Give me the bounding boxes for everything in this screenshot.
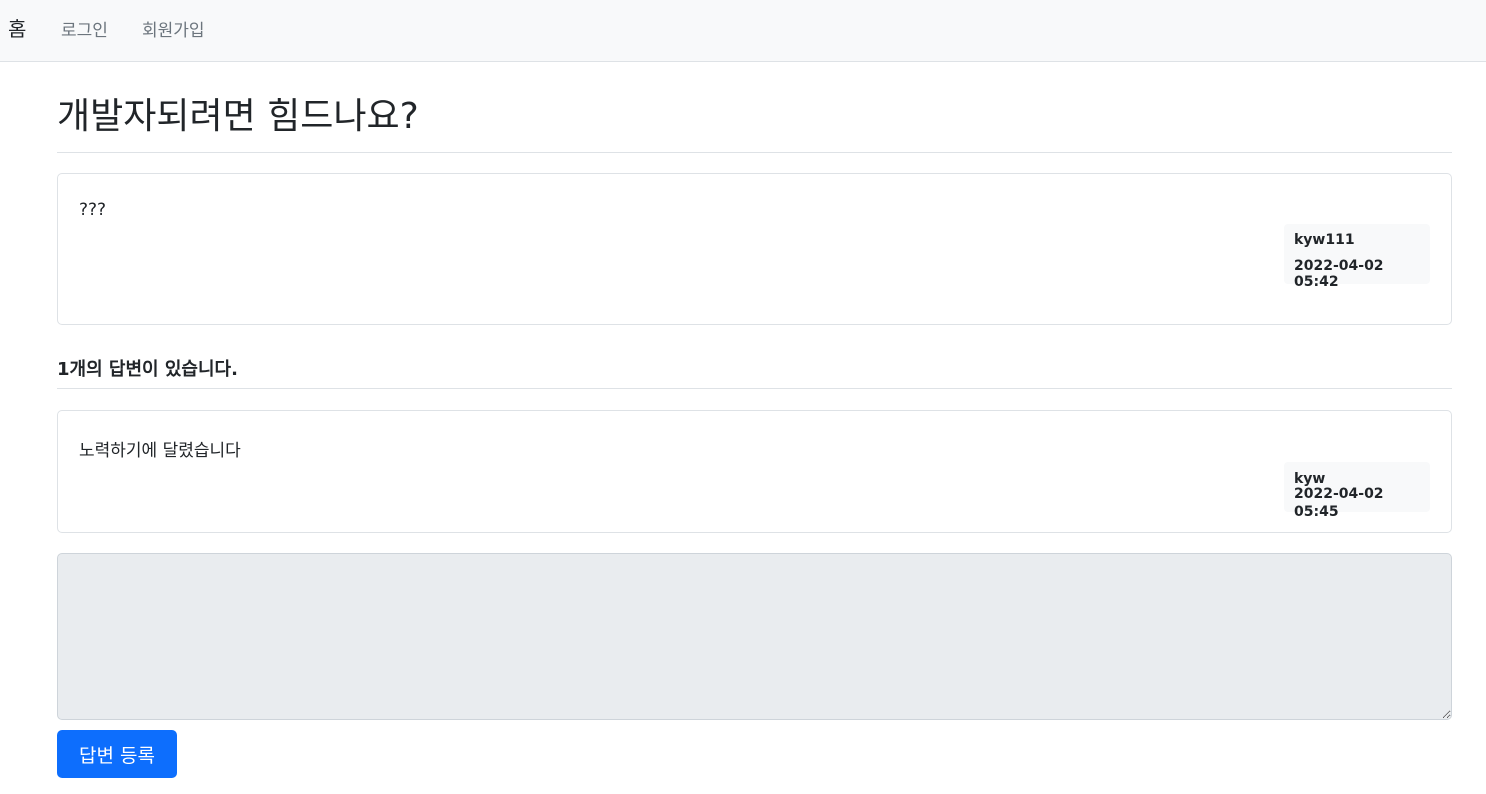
answer-card: 노력하기에 달렸습니다 kyw 2022-04-02 05:45 — [57, 410, 1452, 533]
title-divider — [57, 152, 1452, 153]
home-link[interactable]: 홈 — [8, 13, 26, 42]
submit-answer-button[interactable]: 답변 등록 — [57, 730, 177, 778]
question-card: ??? kyw111 2022-04-02 05:42 — [57, 173, 1452, 325]
answer-textarea[interactable] — [57, 553, 1452, 720]
question-date: 2022-04-02 05:42 — [1294, 258, 1384, 290]
answer-count-divider — [57, 388, 1452, 389]
answer-content: 노력하기에 달렸습니다 — [79, 441, 241, 461]
question-title: 개발자되려면 힘드나요? — [57, 96, 419, 137]
answer-meta: kyw 2022-04-02 05:45 — [1284, 462, 1430, 520]
signup-link[interactable]: 회원가입 — [142, 16, 205, 41]
answer-count: 1개의 답변이 있습니다. — [57, 359, 238, 380]
question-author: kyw111 — [1294, 232, 1355, 248]
question-meta: kyw111 2022-04-02 05:42 — [1284, 224, 1430, 290]
question-content: ??? — [79, 200, 107, 220]
answer-date: 2022-04-02 05:45 — [1294, 486, 1384, 520]
navbar: 홈 로그인 회원가입 — [0, 0, 1486, 62]
login-link[interactable]: 로그인 — [61, 16, 108, 41]
